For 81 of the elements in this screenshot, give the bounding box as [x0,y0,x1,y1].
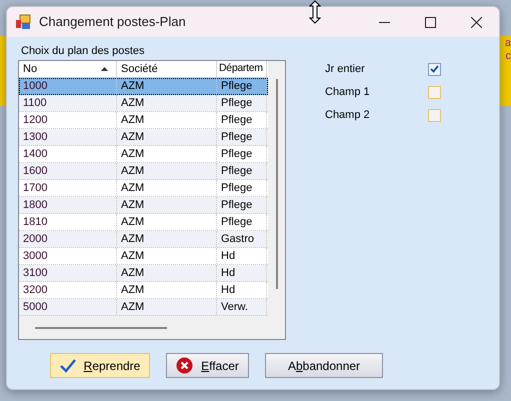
table-cell: 1600 [19,163,117,179]
table-cell: 1000 [19,78,117,94]
background-text: c [506,50,511,63]
table-cell: Verw. [217,299,267,315]
table-cell: AZM [117,95,217,111]
window-title: Changement postes-Plan [39,13,186,32]
table-cell: 1100 [19,95,117,111]
table-cell: AZM [117,231,217,247]
confirm-button[interactable]: Reprendre [50,353,150,378]
table-row[interactable]: 5000 AZM Verw. [19,299,268,316]
table-cell: 1800 [19,197,117,213]
table-cell: 3100 [19,265,117,281]
table-cell: 1810 [19,214,117,230]
table-cell: AZM [117,112,217,128]
error-icon [176,357,194,374]
table-row[interactable]: 1800 AZM Pflege [19,197,268,214]
table-cell: 1300 [19,129,117,145]
table-cell: 3200 [19,282,117,298]
table-row[interactable]: 1700 AZM Pflege [19,180,268,197]
checkbox-label: Champ 1 [325,84,371,100]
table-cell: Hd [217,248,267,264]
table-cell: AZM [117,299,217,315]
table-cell: Pflege [217,180,267,196]
table-cell: AZM [117,214,217,230]
table-cell: AZM [117,248,217,264]
checkbox-label: Champ 2 [325,108,371,123]
cancel-button[interactable]: Abbandonner [265,353,383,378]
table-cell: AZM [117,78,217,94]
column-header[interactable]: Société [117,61,217,77]
table-cell: AZM [117,163,217,179]
table-row[interactable]: 1810 AZM Pflege [19,214,268,231]
table-cell: 3000 [19,248,117,264]
column-header[interactable]: No [19,61,117,77]
table-cell: 1700 [19,180,117,196]
table-cell: Gastro [217,231,267,247]
table-row[interactable]: 3100 AZM Hd [19,265,268,282]
checkbox[interactable] [428,108,441,122]
resize-cursor-icon [309,0,321,24]
table-cell: Pflege [217,163,267,179]
table-cell: Pflege [217,95,267,111]
table-row[interactable]: 1300 AZM Pflege [19,129,268,146]
close-icon [470,16,482,28]
background-text: a [504,37,511,50]
table-row[interactable]: 1400 AZM Pflege [19,146,268,163]
table-cell: AZM [117,282,217,298]
table-row[interactable]: 1200 AZM Pflege [19,112,268,129]
checkmark-icon [430,65,439,73]
table-row[interactable]: 3000 AZM Hd [19,248,268,265]
table-cell: 2000 [19,231,117,247]
table-cell: 1400 [19,146,117,162]
horizontal-scrollbar[interactable] [35,327,167,329]
table-row[interactable]: 2000 AZM Gastro [19,231,268,248]
table-cell: Pflege [217,78,267,94]
checkbox-label: Jr entier [325,62,366,77]
table-row[interactable]: 3200 AZM Hd [19,282,268,299]
column-header[interactable]: Départem [217,61,267,77]
table-row[interactable]: 1000 AZM Pflege [19,78,268,95]
vertical-scrollbar[interactable] [276,79,278,289]
table-cell: AZM [117,180,217,196]
app-icon [15,14,31,30]
checkbox[interactable] [428,86,441,98]
maximize-icon [424,16,436,28]
table-cell: 5000 [19,299,117,315]
table-cell: Pflege [217,214,267,230]
table-cell: AZM [117,146,217,162]
table-row[interactable]: 1100 AZM Pflege [19,95,268,112]
checkbox[interactable] [428,62,441,76]
checkmark-icon [60,358,76,372]
table-cell: AZM [117,129,217,145]
table-cell: 1200 [19,112,117,128]
clear-button[interactable]: Effacer [166,353,249,378]
table-cell: Hd [217,282,267,298]
table-row[interactable]: 1600 AZM Pflege [19,163,268,180]
table-cell: Pflege [217,129,267,145]
table-cell: Pflege [217,112,267,128]
group-label: Choix du plan des postes [21,45,146,58]
table-cell: AZM [117,197,217,213]
table-cell: Pflege [217,197,267,213]
table-cell: Pflege [217,146,267,162]
table-cell: AZM [117,265,217,281]
table-cell: Hd [217,265,267,281]
